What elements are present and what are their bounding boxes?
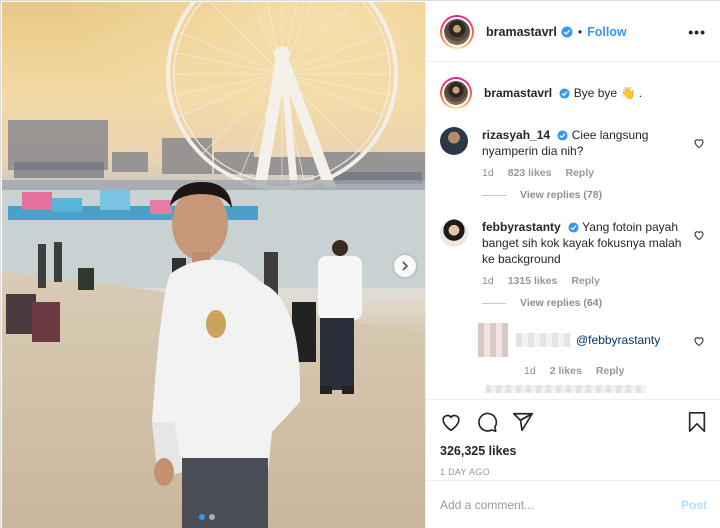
comment-input[interactable] [440, 497, 681, 512]
comment-composer: Post [426, 480, 720, 528]
reply-mention[interactable]: @febbyrastanty [576, 333, 660, 347]
heart-icon[interactable] [440, 411, 462, 433]
verified-badge-icon [568, 222, 579, 233]
reply-button[interactable]: Reply [571, 275, 600, 287]
caption-text: Bye bye [573, 86, 618, 100]
likes-count[interactable]: 326,325 likes [440, 444, 707, 458]
reply-time: 1d [524, 365, 536, 377]
reply-button[interactable]: Reply [596, 365, 625, 377]
verified-badge-icon [557, 130, 568, 141]
photo-scene [2, 2, 425, 528]
post-side-panel: bramastavrl • Follow ••• bramastavrl Bye… [425, 2, 720, 528]
caption-trailing: . [635, 86, 643, 100]
view-replies-label: View replies (64) [520, 297, 603, 309]
share-icon[interactable] [512, 411, 534, 433]
chevron-right-icon [402, 261, 409, 271]
next-slide-button[interactable] [394, 255, 416, 277]
caption-avatar[interactable] [440, 77, 472, 109]
post-photo [2, 2, 425, 528]
verified-badge-icon [559, 88, 570, 99]
comment-time: 1d [482, 275, 494, 287]
carousel-dots [199, 514, 215, 520]
post-modal: bramastavrl • Follow ••• bramastavrl Bye… [0, 0, 720, 528]
comment-icon[interactable] [476, 411, 498, 433]
author-avatar[interactable] [440, 14, 474, 49]
verified-badge-icon [561, 26, 573, 37]
reply-likes[interactable]: 2 likes [550, 365, 582, 377]
comment-item: rizasyah_14 Ciee langsung nyamperin dia … [440, 127, 707, 201]
author-username[interactable]: bramastavrl [486, 25, 557, 39]
commenter-avatar[interactable] [440, 127, 468, 155]
post-comment-button[interactable]: Post [681, 498, 707, 512]
comment-username[interactable]: rizasyah_14 [482, 128, 550, 142]
post-actions: 326,325 likes 1 DAY AGO [426, 399, 720, 477]
comment-likes[interactable]: 823 likes [508, 167, 552, 179]
heart-icon[interactable] [693, 137, 705, 149]
commenter-avatar[interactable] [440, 219, 468, 247]
comment-item: febbyrastanty Yang fotoin payah banget s… [440, 219, 707, 309]
post-header: bramastavrl • Follow ••• [426, 2, 720, 62]
cut-off-reply [486, 385, 646, 393]
post-timestamp: 1 DAY AGO [440, 467, 490, 477]
comment-time: 1d [482, 167, 494, 179]
waving-hand-emoji: 👋 [620, 86, 636, 100]
view-replies-label: View replies (78) [520, 189, 603, 201]
reply-button[interactable]: Reply [565, 167, 594, 179]
follow-separator: • [577, 24, 583, 39]
caption: bramastavrl Bye bye 👋 . [440, 77, 707, 109]
carousel-dot [209, 514, 215, 520]
heart-icon[interactable] [693, 229, 705, 241]
carousel-dot [199, 514, 205, 520]
censored-username [516, 333, 570, 347]
comments-list: bramastavrl Bye bye 👋 . rizasyah_14 Ciee… [426, 63, 720, 399]
comment-username[interactable]: febbyrastanty [482, 220, 561, 234]
view-replies-button[interactable]: View replies (64) [482, 297, 707, 309]
view-replies-button[interactable]: View replies (78) [482, 189, 707, 201]
censored-avatar [478, 323, 508, 357]
more-options-icon[interactable]: ••• [688, 24, 706, 40]
comment-likes[interactable]: 1315 likes [508, 275, 558, 287]
heart-icon[interactable] [693, 335, 705, 347]
bookmark-icon[interactable] [687, 411, 707, 433]
follow-button[interactable]: Follow [587, 25, 627, 39]
caption-username[interactable]: bramastavrl [484, 86, 552, 100]
nested-reply: @febbyrastanty 1d 2 likes Reply [478, 323, 707, 393]
